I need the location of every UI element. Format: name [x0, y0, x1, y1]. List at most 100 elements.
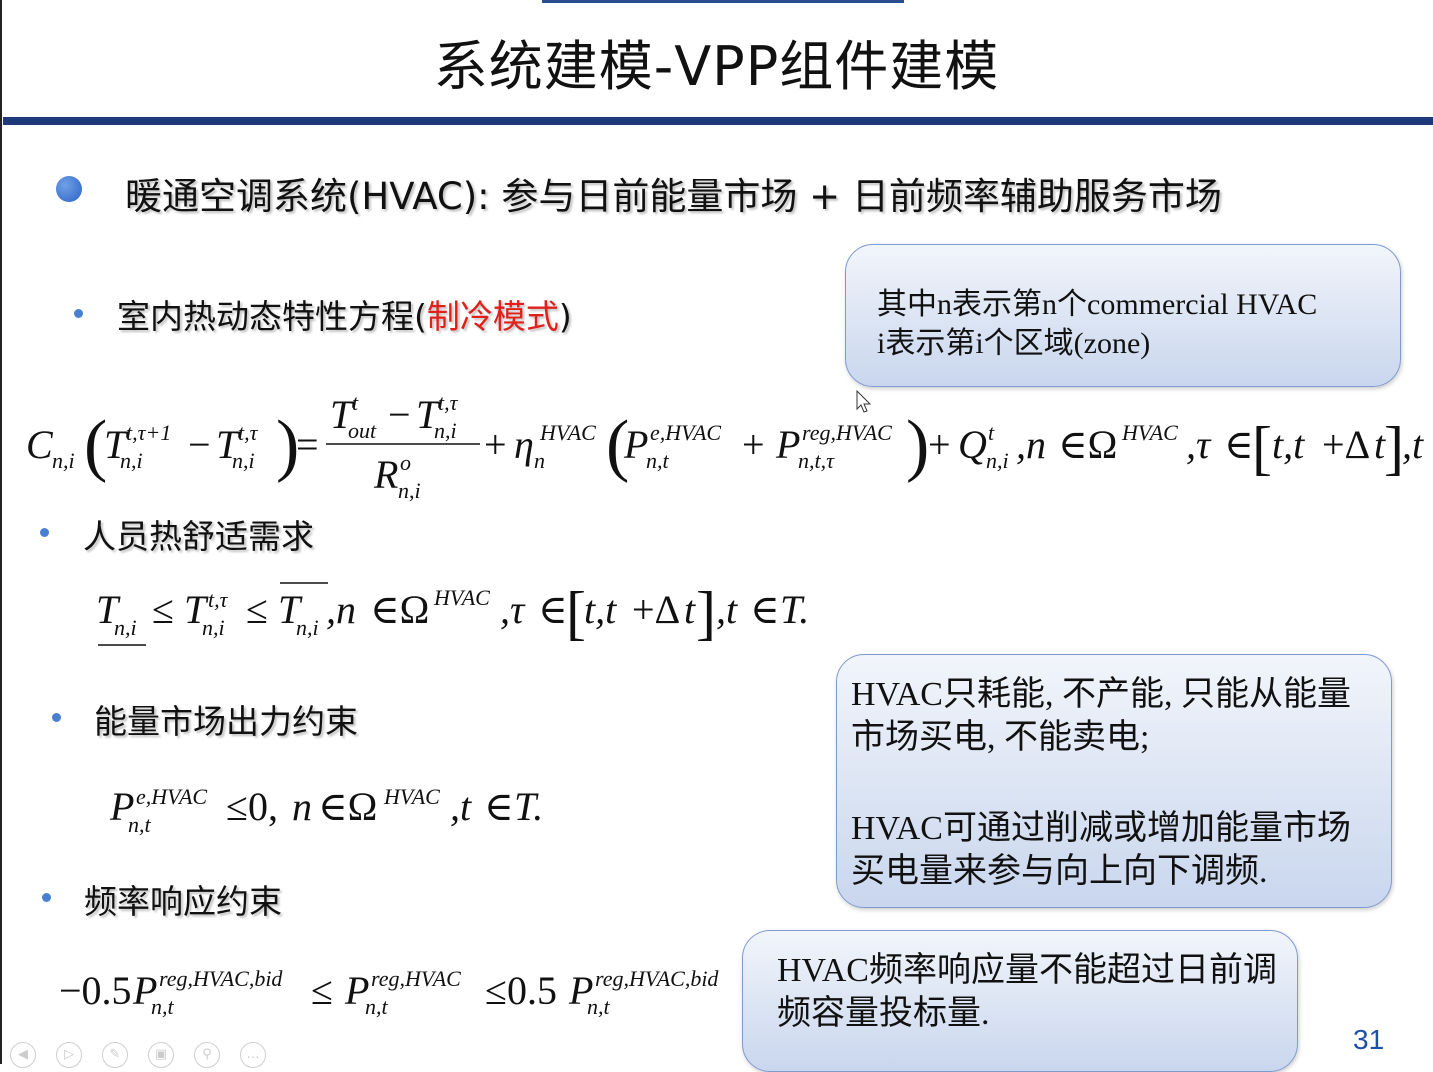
top-accent-line — [542, 0, 904, 3]
svg-text:≤: ≤ — [311, 968, 333, 1013]
svg-text:C: C — [26, 422, 54, 467]
svg-text:T.: T. — [780, 587, 809, 632]
svg-text:n,i: n,i — [52, 448, 75, 473]
svg-text:t,t: t,t — [1272, 422, 1305, 467]
main-bullet-icon — [56, 176, 82, 202]
svg-text:+: + — [928, 422, 951, 467]
svg-text:t,τ: t,τ — [238, 420, 259, 445]
energy-note-para1: HVAC只耗能, 不产能, 只能从能量市场买电, 不能卖电; — [851, 676, 1351, 756]
svg-text:=: = — [296, 422, 319, 467]
svg-text:HVAC: HVAC — [383, 784, 440, 809]
svg-text:+: + — [742, 422, 765, 467]
bullet-icon — [40, 528, 49, 537]
svg-text:∈Ω: ∈Ω — [318, 784, 377, 829]
svg-text:n,i: n,i — [434, 418, 457, 443]
prev-icon[interactable]: ◀ — [10, 1042, 36, 1068]
index-note-line1: 其中n表示第n个commercial HVAC — [877, 288, 1318, 321]
svg-text:]: ] — [1384, 415, 1404, 481]
svg-text:−: − — [188, 422, 211, 467]
svg-text:reg,HVAC: reg,HVAC — [371, 966, 461, 991]
svg-text:n,i: n,i — [202, 615, 225, 640]
svg-text:n: n — [534, 448, 545, 473]
thermal-label: 室内热动态特性方程(制冷模式) — [117, 290, 572, 338]
svg-text:e,HVAC: e,HVAC — [650, 420, 721, 445]
svg-text:n,t: n,t — [128, 812, 152, 837]
svg-text:HVAC: HVAC — [433, 585, 490, 610]
thermal-equation: C n,i ( T t,τ+1 n,i − T t,τ n,i ) = T t … — [26, 390, 1424, 503]
svg-text:reg,HVAC,bid: reg,HVAC,bid — [159, 966, 283, 991]
screen-icon[interactable]: ▣ — [148, 1042, 174, 1068]
cooling-mode-label: 制冷模式 — [426, 297, 559, 336]
svg-text:η: η — [514, 422, 534, 467]
svg-text:t,τ: t,τ — [438, 390, 459, 415]
svg-text:n,i: n,i — [120, 448, 143, 473]
svg-text:≤: ≤ — [246, 587, 268, 632]
energy-equation: P e,HVAC n,t ≤0, n ∈Ω HVAC ,t ∈ T. — [109, 784, 543, 837]
frequency-label: 频率响应约束 — [84, 882, 282, 921]
svg-text:): ) — [906, 407, 929, 484]
title-rule — [3, 117, 1433, 125]
svg-text:+: + — [484, 422, 507, 467]
svg-text:t: t — [988, 420, 995, 445]
svg-text:−0.5: −0.5 — [59, 968, 132, 1013]
svg-text:P: P — [623, 422, 648, 467]
svg-text:+Δ: +Δ — [632, 587, 680, 632]
pen-icon[interactable]: ✎ — [102, 1042, 128, 1068]
index-note-box: 其中n表示第n个commercial HVAC i表示第i个区域(zone) — [845, 244, 1401, 387]
svg-text:n,i: n,i — [986, 448, 1009, 473]
svg-text:n,i: n,i — [296, 615, 319, 640]
left-edge-line — [0, 0, 2, 1064]
svg-text:t,τ: t,τ — [208, 587, 229, 612]
svg-text:n,t,τ: n,t,τ — [798, 448, 835, 473]
page-number: 31 — [1353, 1024, 1385, 1055]
svg-text:[: [ — [1252, 415, 1272, 481]
play-icon[interactable]: ▷ — [56, 1042, 82, 1068]
svg-text:n: n — [292, 784, 312, 829]
comfort-label: 人员热舒适需求 — [83, 517, 314, 556]
svg-text:,n: ,n — [326, 587, 356, 632]
svg-text:≤0.5: ≤0.5 — [485, 968, 557, 1013]
zoom-icon[interactable]: ⚲ — [194, 1042, 220, 1068]
svg-text:reg,HVAC: reg,HVAC — [802, 420, 892, 445]
svg-text:n,t: n,t — [587, 994, 611, 1019]
svg-text:t: t — [352, 390, 359, 415]
svg-text:∈: ∈ — [750, 587, 780, 632]
bullet-icon — [74, 309, 83, 318]
svg-text:t,t: t,t — [584, 587, 617, 632]
svg-text:o: o — [400, 450, 411, 475]
svg-text:t: t — [684, 587, 696, 632]
more-icon[interactable]: … — [240, 1042, 266, 1068]
energy-note-box: HVAC只耗能, 不产能, 只能从能量市场买电, 不能卖电; HVAC可通过削减… — [836, 654, 1392, 908]
comfort-equation: T n,i ≤ T t,τ n,i ≤ T n,i ,n ∈Ω HVAC ,τ … — [96, 580, 809, 646]
slide-title: 系统建模-VPP组件建模 — [433, 35, 1000, 98]
svg-text:∈Ω: ∈Ω — [370, 587, 429, 632]
svg-text:,τ: ,τ — [1186, 422, 1212, 467]
svg-text:HVAC: HVAC — [539, 420, 596, 445]
svg-text:,τ: ,τ — [500, 587, 526, 632]
svg-text:P: P — [775, 422, 800, 467]
svg-text:∈: ∈ — [484, 784, 514, 829]
svg-text:out: out — [348, 418, 377, 443]
svg-text:n,i: n,i — [114, 615, 137, 640]
svg-text:∈Ω: ∈Ω — [1058, 422, 1117, 467]
thermal-label-prefix: 室内热动态特性方程( — [117, 297, 427, 336]
svg-text:∈: ∈ — [538, 587, 568, 632]
svg-text:∈: ∈ — [1224, 422, 1254, 467]
svg-text:R: R — [373, 452, 398, 497]
frequency-equation: −0.5 P reg,HVAC,bid n,t ≤ P reg,HVAC n,t… — [59, 966, 719, 1019]
svg-text:+Δ: +Δ — [1322, 422, 1370, 467]
svg-text:n,t: n,t — [151, 994, 175, 1019]
svg-text:≤: ≤ — [152, 587, 174, 632]
thermal-label-suffix: ) — [558, 297, 572, 336]
svg-text:≤0,: ≤0, — [226, 784, 278, 829]
svg-text:t,τ+1: t,τ+1 — [126, 420, 171, 445]
svg-text:T.: T. — [514, 784, 543, 829]
energy-label: 能量市场出力约束 — [94, 702, 358, 741]
svg-text:e,HVAC: e,HVAC — [136, 784, 207, 809]
section-heading: 暖通空调系统(HVAC): 参与日前能量市场 + 日前频率辅助服务市场 — [125, 175, 1222, 218]
svg-text:[: [ — [566, 580, 586, 646]
svg-text:Q: Q — [958, 422, 987, 467]
svg-text:HVAC: HVAC — [1121, 420, 1178, 445]
energy-note-para2: HVAC可通过削减或增加能量市场买电量来参与向上向下调频. — [851, 810, 1351, 890]
svg-text:n,i: n,i — [398, 478, 421, 503]
